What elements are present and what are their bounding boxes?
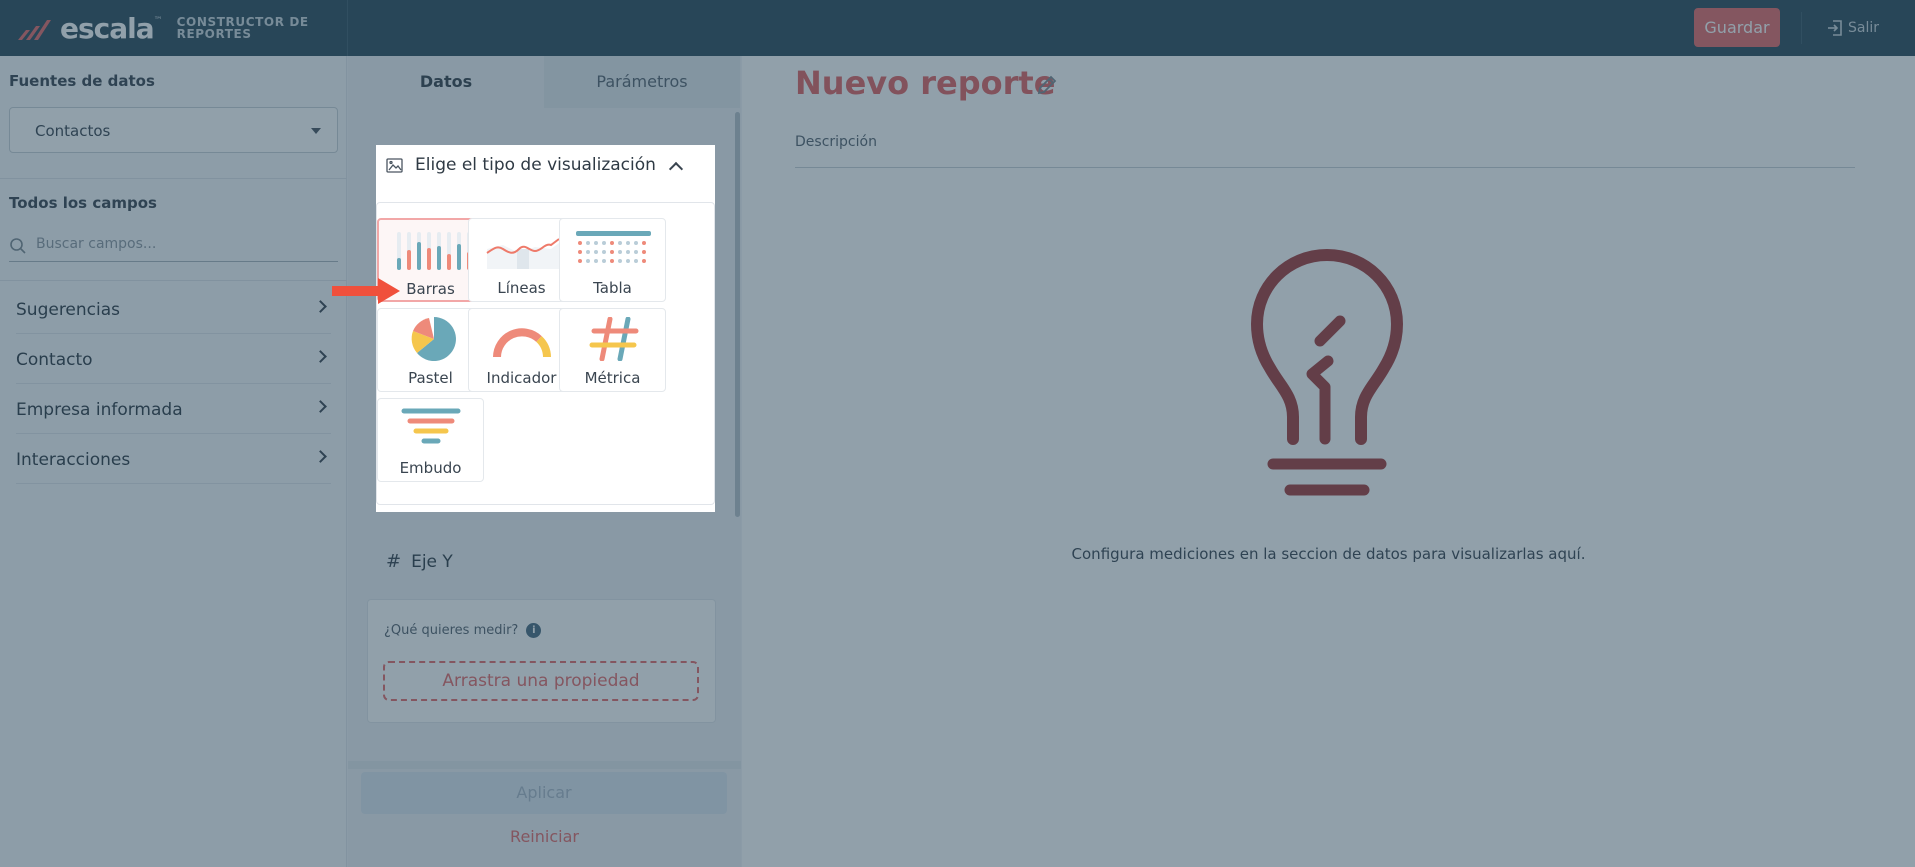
viz-option-label: Métrica xyxy=(584,369,641,387)
info-icon[interactable]: i xyxy=(526,623,542,638)
measure-question-text: ¿Qué quieres medir? xyxy=(384,623,519,638)
category-contacto[interactable]: Contacto xyxy=(16,334,331,384)
datasource-title: Fuentes de datos xyxy=(9,72,155,90)
datasource-select[interactable]: Contactos xyxy=(9,107,338,153)
panel-scrollbar[interactable] xyxy=(735,112,740,517)
property-dropzone[interactable]: Arrastra una propiedad xyxy=(383,661,699,701)
sidebar-divider xyxy=(0,280,347,281)
category-label: Empresa informada xyxy=(16,400,183,420)
category-sugerencias[interactable]: Sugerencias xyxy=(16,284,331,334)
save-button[interactable]: Guardar xyxy=(1694,8,1780,47)
report-canvas: Nuevo reporte Descripción Configura medi… xyxy=(742,56,1915,867)
datasource-value: Contactos xyxy=(35,122,111,140)
caret-down-icon xyxy=(311,128,321,134)
chevron-right-icon xyxy=(314,300,327,313)
exit-label: Salir xyxy=(1848,20,1880,36)
bar-chart-icon xyxy=(397,232,471,270)
visualization-picker: Elige el tipo de visualización Barras Lí… xyxy=(376,145,715,512)
hash-icon xyxy=(589,317,639,361)
pie-chart-icon xyxy=(411,317,456,361)
header-divider xyxy=(1801,12,1802,44)
visualization-picker-title: Elige el tipo de visualización xyxy=(415,155,656,175)
report-title: Nuevo reporte xyxy=(795,64,1056,102)
y-axis-label: Eje Y xyxy=(411,551,453,572)
gauge-icon xyxy=(493,328,551,358)
viz-option-label: Tabla xyxy=(593,279,632,297)
app-header: escala ™ CONSTRUCTOR DE REPORTES Guardar… xyxy=(0,0,1915,56)
header-divider xyxy=(347,0,348,56)
category-empresa-informada[interactable]: Empresa informada xyxy=(16,384,331,434)
brand-tm: ™ xyxy=(153,16,163,26)
panel-tabs: Datos Parámetros xyxy=(348,56,741,108)
line-chart-icon xyxy=(486,238,560,269)
y-axis-section-title: # Eje Y xyxy=(386,551,453,572)
table-icon xyxy=(576,231,651,263)
visualization-picker-header[interactable]: Elige el tipo de visualización xyxy=(376,145,715,188)
brand-name: escala xyxy=(60,11,155,45)
category-label: Contacto xyxy=(16,350,93,370)
sidebar-divider xyxy=(0,178,347,179)
chevron-right-icon xyxy=(314,400,327,413)
category-label: Sugerencias xyxy=(16,300,121,320)
visualization-grid: Barras Líneas Tabla Pastel Indicador Mét… xyxy=(376,202,715,505)
image-icon xyxy=(386,158,403,173)
exit-icon xyxy=(1828,20,1842,36)
panel-divider xyxy=(348,761,741,769)
app-subtitle: CONSTRUCTOR DE REPORTES xyxy=(176,15,309,41)
viz-option-metric[interactable]: Métrica xyxy=(559,308,666,392)
exit-button[interactable]: Salir xyxy=(1826,16,1879,40)
lightbulb-icon xyxy=(1251,249,1403,496)
measure-card: ¿Qué quieres medir? i Arrastra una propi… xyxy=(367,599,716,723)
pointer-arrow-icon xyxy=(332,278,400,304)
hash-icon: # xyxy=(386,551,402,572)
apply-button[interactable]: Aplicar xyxy=(361,772,727,814)
viz-option-funnel[interactable]: Embudo xyxy=(377,398,484,482)
search-icon xyxy=(10,238,26,254)
category-label: Interacciones xyxy=(16,450,131,470)
chevron-up-icon[interactable] xyxy=(668,161,684,177)
search-input[interactable] xyxy=(36,236,326,252)
description-field[interactable]: Descripción xyxy=(795,134,1855,168)
viz-option-table[interactable]: Tabla xyxy=(559,218,666,302)
reset-button[interactable]: Reiniciar xyxy=(348,827,741,846)
tab-parametros[interactable]: Parámetros xyxy=(544,56,740,108)
fields-sidebar: Fuentes de datos Contactos Todos los cam… xyxy=(0,56,347,867)
viz-option-label: Embudo xyxy=(399,459,462,477)
tab-datos[interactable]: Datos xyxy=(348,56,544,108)
pencil-icon[interactable] xyxy=(1034,72,1060,98)
empty-state-message: Configura mediciones en la seccion de da… xyxy=(1071,545,1586,563)
category-interacciones[interactable]: Interacciones xyxy=(16,434,331,484)
chevron-right-icon xyxy=(314,450,327,463)
field-search xyxy=(9,232,338,262)
chevron-right-icon xyxy=(314,350,327,363)
logo-mark-icon xyxy=(18,20,51,40)
funnel-icon xyxy=(401,408,461,444)
fields-title: Todos los campos xyxy=(9,194,157,212)
measure-question: ¿Qué quieres medir? i xyxy=(384,623,542,638)
logo[interactable]: escala ™ CONSTRUCTOR DE REPORTES xyxy=(16,10,327,46)
